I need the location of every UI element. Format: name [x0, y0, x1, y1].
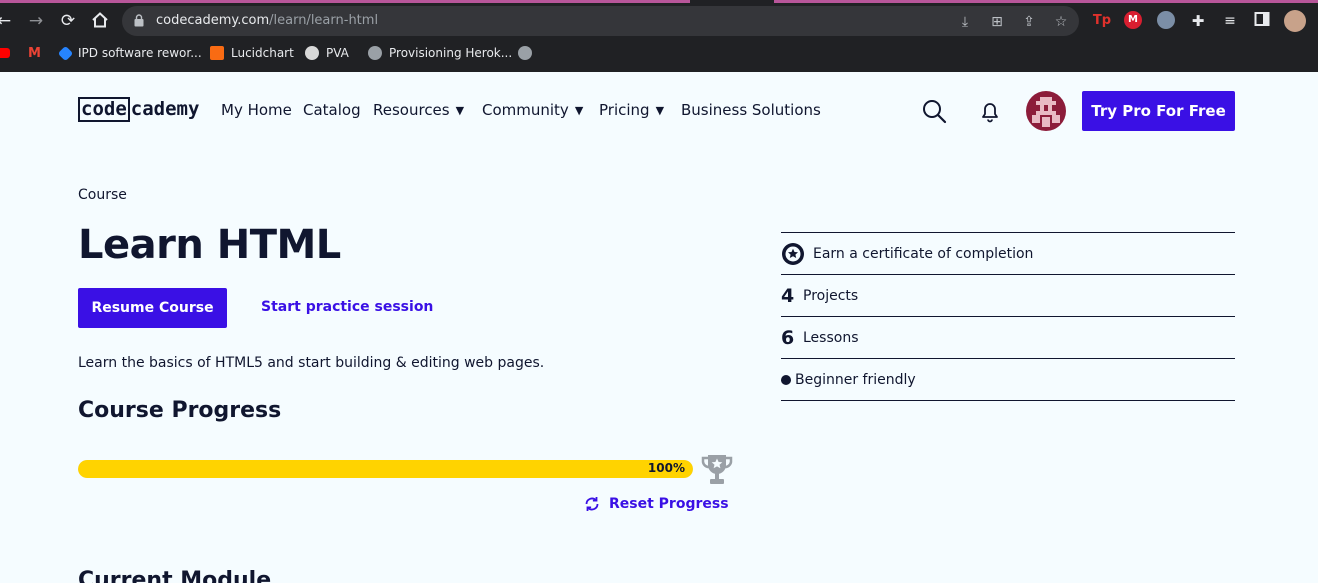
bookmark-lucidchart[interactable]: Lucidchart [210, 44, 294, 62]
bookmark-ipd[interactable]: IPD software rewor... [57, 44, 202, 62]
bookmark-youtube[interactable] [0, 44, 10, 62]
nav-business-solutions[interactable]: Business Solutions [681, 101, 821, 119]
reload-icon[interactable]: ⟳ [58, 11, 78, 31]
bookmarks-bar: M IPD software rewor... Lucidchart PVA P… [0, 40, 1318, 66]
page-title: Learn HTML [78, 222, 341, 268]
extension-circle-icon[interactable] [1157, 11, 1175, 29]
url-text: codecademy.com/learn/learn-html [156, 13, 378, 28]
nav-my-home[interactable]: My Home [221, 101, 292, 119]
nav-label: Business Solutions [681, 101, 821, 119]
progress-bar: 100% [78, 460, 693, 478]
tab-strip [0, 0, 1318, 3]
course-progress-heading: Course Progress [78, 398, 282, 423]
bookmark-pva[interactable]: PVA [305, 44, 349, 62]
lucidchart-icon [210, 46, 224, 60]
resume-course-button[interactable]: Resume Course [78, 288, 227, 328]
nav-community[interactable]: Community ▼ [482, 101, 583, 119]
reading-list-icon[interactable]: ≡ [1220, 11, 1240, 31]
nav-resources[interactable]: Resources ▼ [373, 101, 464, 119]
bookmark-star-icon[interactable]: ☆ [1052, 13, 1070, 31]
forward-icon[interactable]: → [26, 11, 46, 31]
profile-avatar-icon[interactable] [1284, 10, 1306, 32]
fact-lessons: 6 Lessons [781, 317, 1235, 359]
install-app-icon[interactable]: ⤓ [956, 13, 974, 31]
address-bar[interactable]: codecademy.com/learn/learn-html ⤓ ⊞ ⇪ ☆ [122, 6, 1079, 36]
globe-icon [518, 46, 532, 60]
active-tab-edge [690, 0, 774, 3]
trophy-icon [699, 451, 735, 487]
fact-projects: 4 Projects [781, 275, 1235, 317]
lock-icon [134, 14, 144, 27]
fact-lessons-count: 6 [781, 326, 795, 349]
pixel-avatar-icon [1032, 97, 1060, 127]
progress-bar-fill [78, 460, 693, 478]
codecademy-logo[interactable]: code cademy [78, 96, 199, 122]
fact-lessons-label: Lessons [803, 329, 859, 346]
nav-label: Pricing [599, 101, 650, 119]
search-icon[interactable] [921, 98, 947, 124]
start-practice-link[interactable]: Start practice session [261, 299, 433, 315]
chevron-down-icon: ▼ [574, 103, 584, 117]
youtube-icon [0, 48, 10, 58]
back-icon[interactable]: ← [0, 11, 14, 31]
try-pro-button[interactable]: Try Pro For Free [1082, 91, 1235, 131]
url-path: /learn/learn-html [269, 13, 379, 28]
pva-icon [305, 46, 319, 60]
gmail-icon: M [28, 45, 41, 61]
home-icon[interactable] [90, 11, 110, 31]
nav-catalog[interactable]: Catalog [303, 101, 361, 119]
course-description: Learn the basics of HTML5 and start buil… [78, 355, 545, 371]
bookmark-label: PVA [326, 46, 349, 60]
user-avatar[interactable] [1026, 91, 1066, 131]
bookmark-globe[interactable] [518, 44, 532, 62]
difficulty-dot-icon [781, 374, 791, 385]
bookmark-gmail[interactable]: M [28, 44, 41, 62]
nav-label: Community [482, 101, 569, 119]
nav-label: My Home [221, 101, 292, 119]
reset-progress-label: Reset Progress [609, 496, 729, 512]
nav-label: Catalog [303, 101, 361, 119]
logo-boxed-text: code [78, 96, 130, 122]
progress-percent-label: 100% [647, 461, 685, 475]
nav-pricing[interactable]: Pricing ▼ [599, 101, 664, 119]
fact-projects-label: Projects [803, 287, 859, 304]
course-facts: Earn a certificate of completion 4 Proje… [781, 232, 1235, 401]
fact-certificate: Earn a certificate of completion [781, 233, 1235, 275]
current-module-heading: Current Module [78, 568, 272, 583]
jira-icon [57, 45, 74, 61]
content-type-label: Course [78, 187, 127, 203]
nav-label: Resources [373, 101, 450, 119]
refresh-icon [585, 497, 599, 511]
share-icon[interactable]: ⇪ [1020, 13, 1038, 31]
bell-icon[interactable] [977, 98, 1003, 124]
side-panel-icon[interactable] [1252, 11, 1272, 31]
chevron-down-icon: ▼ [655, 103, 665, 117]
bookmark-label: IPD software rewor... [78, 46, 202, 60]
browser-chrome: ← → ⟳ codecademy.com/learn/learn-html ⤓ … [0, 0, 1318, 72]
extension-tp-icon[interactable]: Tp [1092, 11, 1112, 31]
bookmark-label: Lucidchart [231, 46, 294, 60]
fact-level-label: Beginner friendly [795, 371, 916, 388]
extensions-puzzle-icon[interactable]: ✚ [1188, 11, 1208, 31]
translate-icon[interactable]: ⊞ [988, 13, 1006, 31]
url-host: codecademy.com [156, 13, 270, 28]
fact-level: Beginner friendly [781, 359, 1235, 401]
fact-projects-count: 4 [781, 284, 795, 307]
fact-certificate-label: Earn a certificate of completion [813, 245, 1034, 262]
globe-icon [368, 46, 382, 60]
chevron-down-icon: ▼ [455, 103, 465, 117]
bookmark-provisioning[interactable]: Provisioning Herok... [368, 44, 512, 62]
certificate-icon [782, 242, 804, 265]
toolbar: ← → ⟳ codecademy.com/learn/learn-html ⤓ … [0, 4, 1318, 38]
logo-rest-text: cademy [130, 98, 200, 120]
reset-progress-button[interactable]: Reset Progress [583, 495, 729, 513]
extension-m-icon[interactable]: M [1124, 11, 1142, 29]
bookmark-label: Provisioning Herok... [389, 46, 513, 60]
